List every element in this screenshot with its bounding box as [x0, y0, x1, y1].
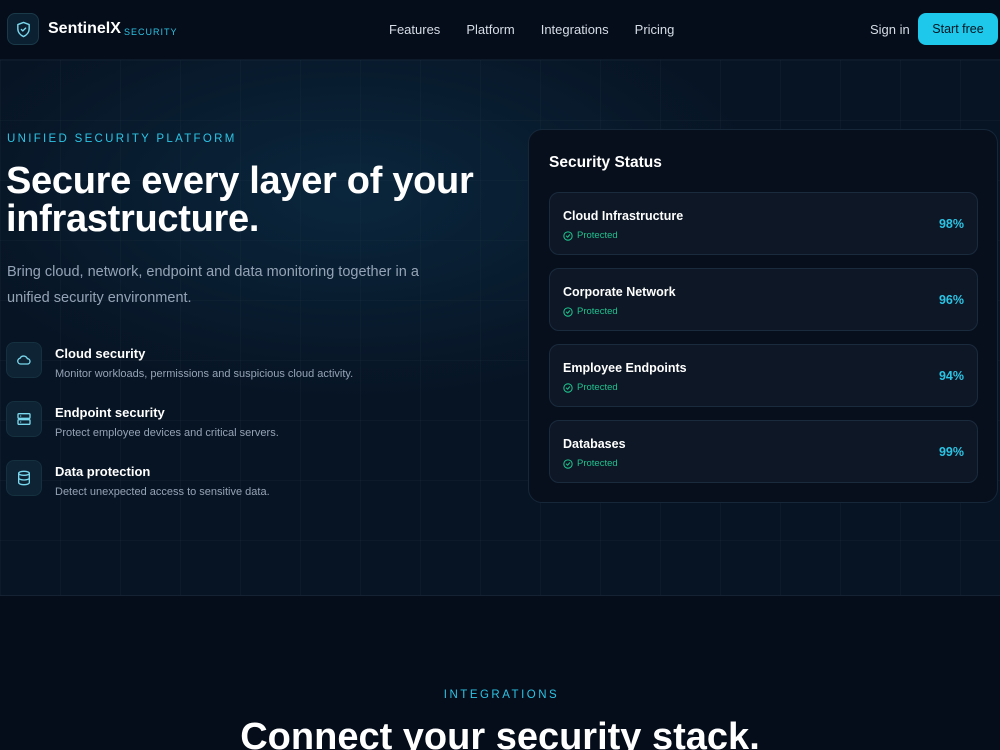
- hero-eyebrow: UNIFIED SECURITY PLATFORM: [7, 133, 237, 145]
- integrations-eyebrow: INTEGRATIONS: [443, 689, 560, 701]
- status-card-name: Cloud Infrastructure: [563, 209, 684, 223]
- feature-icon-box: [6, 342, 42, 378]
- start-free-button[interactable]: Start free: [918, 13, 998, 45]
- status-text: Protected: [577, 306, 618, 317]
- feature-title: Endpoint security: [55, 405, 165, 420]
- database-icon: [16, 470, 32, 486]
- logo[interactable]: [7, 13, 39, 45]
- feature-description: Protect employee devices and critical se…: [55, 427, 279, 439]
- feature-description: Monitor workloads, permissions and suspi…: [55, 368, 354, 380]
- nav-link-pricing[interactable]: Pricing: [635, 22, 675, 37]
- status-card-cloud-infrastructure[interactable]: Cloud Infrastructure Protected 98%: [549, 192, 978, 255]
- status-card-databases[interactable]: Databases Protected 99%: [549, 420, 978, 483]
- check-circle-icon: [563, 458, 573, 469]
- status-badge: Protected: [563, 458, 618, 469]
- feature-icon-box: [6, 401, 42, 437]
- check-circle-icon: [563, 230, 573, 241]
- status-percentage: 94%: [938, 369, 964, 383]
- status-badge: Protected: [563, 230, 618, 241]
- server-icon: [16, 411, 32, 427]
- hero-title: Secure every layer of your infrastructur…: [6, 160, 474, 240]
- nav-links: Features Platform Integrations Pricing: [389, 22, 674, 37]
- status-percentage: 98%: [938, 217, 964, 231]
- integrations-title: Connect your security stack.: [240, 716, 760, 750]
- feature-description: Detect unexpected access to sensitive da…: [55, 486, 270, 498]
- status-card-employee-endpoints[interactable]: Employee Endpoints Protected 94%: [549, 344, 978, 407]
- panel-title: Security Status: [549, 154, 662, 171]
- status-text: Protected: [577, 382, 618, 393]
- status-card-name: Employee Endpoints: [563, 361, 687, 375]
- cloud-icon: [16, 352, 32, 368]
- security-status-panel: Security Status Cloud Infrastructure Pro…: [528, 129, 998, 503]
- check-circle-icon: [563, 306, 573, 317]
- status-percentage: 99%: [938, 445, 964, 459]
- status-card-name: Corporate Network: [563, 285, 676, 299]
- status-card-corporate-network[interactable]: Corporate Network Protected 96%: [549, 268, 978, 331]
- feature-title: Cloud security: [55, 346, 146, 361]
- brand-subtitle: SECURITY: [124, 27, 178, 37]
- feature-title: Data protection: [55, 464, 151, 479]
- status-badge: Protected: [563, 382, 618, 393]
- status-percentage: 96%: [938, 293, 964, 307]
- nav-link-features[interactable]: Features: [389, 22, 440, 37]
- nav-link-integrations[interactable]: Integrations: [541, 22, 609, 37]
- status-text: Protected: [577, 230, 618, 241]
- status-card-name: Databases: [563, 437, 626, 451]
- check-circle-icon: [563, 382, 573, 393]
- brand-name[interactable]: SentinelX: [48, 20, 121, 38]
- sign-in-link[interactable]: Sign in: [870, 22, 910, 37]
- nav-link-platform[interactable]: Platform: [466, 22, 514, 37]
- top-navigation: SentinelX SECURITY Features Platform Int…: [0, 0, 1000, 60]
- status-text: Protected: [577, 458, 618, 469]
- shield-check-icon: [15, 21, 32, 38]
- status-badge: Protected: [563, 306, 618, 317]
- feature-icon-box: [6, 460, 42, 496]
- hero-subtitle: Bring cloud, network, endpoint and data …: [7, 264, 419, 306]
